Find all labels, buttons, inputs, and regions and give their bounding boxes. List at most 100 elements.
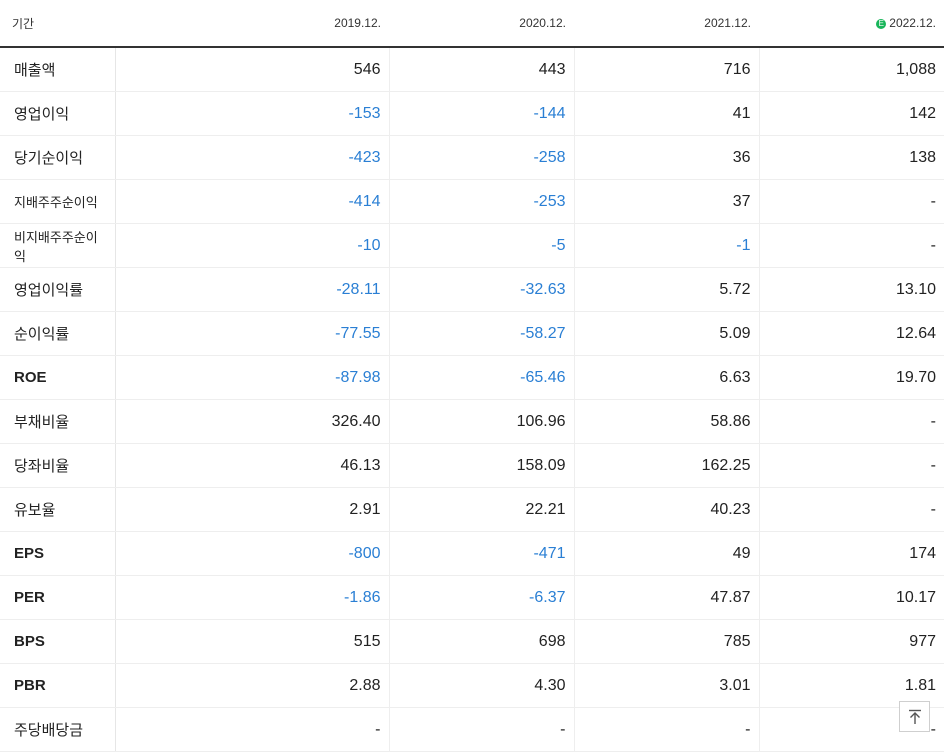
value-cell: - [759,399,944,444]
financial-summary-table: 기간 2019.12. 2020.12. 2021.12. E 2022.12. … [0,0,944,752]
value-cell: 49 [574,531,760,576]
value-cell: 5.09 [574,311,760,356]
table-row: 매출액 546 443 716 1,088 [0,47,944,92]
table-row: 순이익률 -77.55 -58.27 5.09 12.64 [0,311,944,356]
row-label: BPS [0,619,116,664]
table-row: 주당배당금 - - - - [0,707,944,752]
table-row: 영업이익 -153 -144 41 142 [0,91,944,136]
value-cell: -800 [115,531,390,576]
table-row: BPS 515 698 785 977 [0,619,944,664]
value-cell: 22.21 [389,487,575,532]
value-cell: 10.17 [759,575,944,620]
value-cell: 13.10 [759,267,944,312]
value-cell: 326.40 [115,399,390,444]
row-label: PBR [0,663,116,708]
value-cell: 37 [574,179,760,224]
value-cell: 41 [574,91,760,136]
value-cell: -1.86 [115,575,390,620]
row-label: 지배주주순이익 [0,179,116,224]
row-label: 주당배당금 [0,707,116,752]
value-cell: -144 [389,91,575,136]
table-row: 비지배주주순이익 -10 -5 -1- [0,223,944,268]
value-cell: - [759,487,944,532]
value-cell: -414 [115,179,390,224]
value-cell: -253 [389,179,575,224]
value-cell: 716 [574,47,760,92]
value-cell: 46.13 [115,443,390,488]
row-label: PER [0,575,116,620]
value-cell: 5.72 [574,267,760,312]
value-cell: 47.87 [574,575,760,620]
estimate-icon: E [876,18,887,29]
value-cell: 142 [759,91,944,136]
value-cell: -65.46 [389,355,575,400]
period-header-label: 기간 [0,0,115,48]
value-cell: 1,088 [759,47,944,92]
value-cell: - [389,707,575,752]
table-row: 영업이익률 -28.11 -32.63 5.72 13.10 [0,267,944,312]
value-cell: 3.01 [574,663,760,708]
value-cell: 40.23 [574,487,760,532]
value-cell: 977 [759,619,944,664]
value-cell: 546 [115,47,390,92]
row-label: 부채비율 [0,399,116,444]
value-cell: 58.86 [574,399,760,444]
table-row: ROE -87.98 -65.46 6.63 19.70 [0,355,944,400]
table-row: 지배주주순이익 -414 -253 37- [0,179,944,224]
value-cell: 443 [389,47,575,92]
table-row: PBR 2.88 4.30 3.01 1.81 [0,663,944,708]
value-cell: - [759,443,944,488]
value-cell: -153 [115,91,390,136]
value-cell: - [759,223,944,268]
table-row: 당좌비율 46.13 158.09 162.25- [0,443,944,488]
value-cell: -6.37 [389,575,575,620]
value-cell: -28.11 [115,267,390,312]
value-cell: - [574,707,760,752]
row-label: 매출액 [0,47,116,92]
value-cell: 698 [389,619,575,664]
row-label: 당기순이익 [0,135,116,180]
value-cell: 515 [115,619,390,664]
value-cell: 6.63 [574,355,760,400]
period-header: 2021.12. [574,0,759,48]
table-row: 부채비율 326.40 106.96 58.86- [0,399,944,444]
row-label: 영업이익 [0,91,116,136]
value-cell: 12.64 [759,311,944,356]
value-cell: -32.63 [389,267,575,312]
row-label: EPS [0,531,116,576]
value-cell: -258 [389,135,575,180]
period-header: 2020.12. [389,0,574,48]
table-row: 당기순이익 -423 -258 36 138 [0,135,944,180]
row-label: 유보율 [0,487,116,532]
period-header-label-estimate: 2022.12. [889,16,936,30]
period-header-estimate: E 2022.12. [759,0,944,48]
value-cell: 36 [574,135,760,180]
value-cell: -471 [389,531,575,576]
value-cell: -87.98 [115,355,390,400]
table-row: 유보율 2.91 22.21 40.23- [0,487,944,532]
value-cell: 162.25 [574,443,760,488]
row-label: 순이익률 [0,311,116,356]
scroll-to-top-button[interactable] [899,701,930,732]
arrow-up-to-top-icon [908,709,921,724]
table-row: PER -1.86 -6.37 47.87 10.17 [0,575,944,620]
value-cell: 138 [759,135,944,180]
value-cell: 106.96 [389,399,575,444]
value-cell: -423 [115,135,390,180]
row-label: ROE [0,355,116,400]
row-label: 비지배주주순이익 [0,223,116,268]
value-cell: 158.09 [389,443,575,488]
value-cell: 4.30 [389,663,575,708]
value-cell: 2.88 [115,663,390,708]
value-cell: -1 [574,223,760,268]
table-row: EPS -800 -471 49 174 [0,531,944,576]
value-cell: -10 [115,223,390,268]
value-cell: 19.70 [759,355,944,400]
value-cell: 2.91 [115,487,390,532]
value-cell: - [759,179,944,224]
value-cell: -58.27 [389,311,575,356]
value-cell: -77.55 [115,311,390,356]
value-cell: 785 [574,619,760,664]
value-cell: -5 [389,223,575,268]
header-row: 기간 2019.12. 2020.12. 2021.12. E 2022.12. [0,0,944,48]
